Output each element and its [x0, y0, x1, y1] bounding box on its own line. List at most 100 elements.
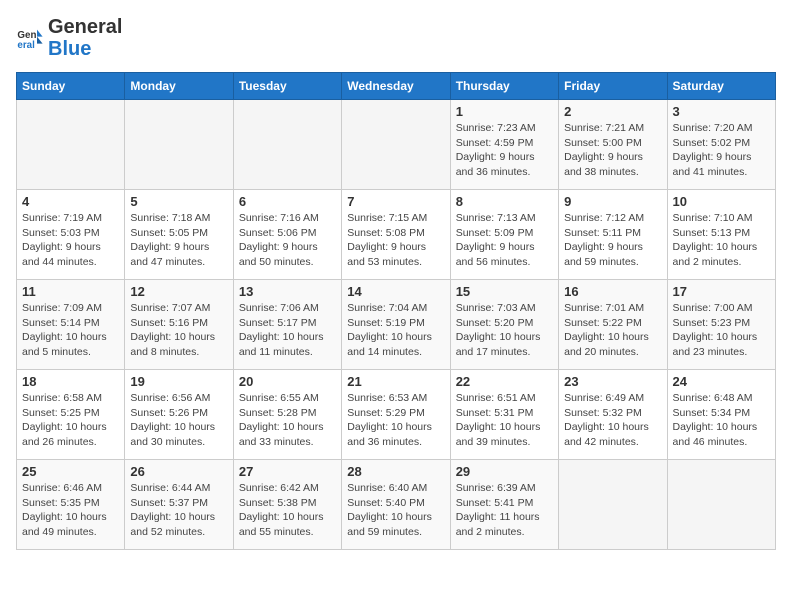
day-info: Sunrise: 7:20 AMSunset: 5:02 PMDaylight:…: [673, 121, 770, 180]
day-number: 17: [673, 284, 770, 299]
day-number: 26: [130, 464, 227, 479]
day-info: Sunrise: 7:13 AMSunset: 5:09 PMDaylight:…: [456, 211, 553, 270]
day-info: Sunrise: 7:23 AMSunset: 4:59 PMDaylight:…: [456, 121, 553, 180]
day-number: 5: [130, 194, 227, 209]
svg-text:eral: eral: [17, 40, 35, 51]
day-number: 28: [347, 464, 444, 479]
day-number: 2: [564, 104, 661, 119]
day-info: Sunrise: 7:01 AMSunset: 5:22 PMDaylight:…: [564, 301, 661, 360]
day-info: Sunrise: 7:16 AMSunset: 5:06 PMDaylight:…: [239, 211, 336, 270]
day-info: Sunrise: 6:53 AMSunset: 5:29 PMDaylight:…: [347, 391, 444, 450]
calendar-cell: [125, 100, 233, 190]
calendar-cell: 3 Sunrise: 7:20 AMSunset: 5:02 PMDaylight…: [667, 100, 775, 190]
day-number: 25: [22, 464, 119, 479]
day-info: Sunrise: 6:39 AMSunset: 5:41 PMDaylight:…: [456, 481, 553, 540]
calendar-cell: 15 Sunrise: 7:03 AMSunset: 5:20 PMDayligh…: [450, 280, 558, 370]
calendar-table: SundayMondayTuesdayWednesdayThursdayFrid…: [16, 72, 776, 550]
day-info: Sunrise: 6:42 AMSunset: 5:38 PMDaylight:…: [239, 481, 336, 540]
calendar-cell: 28 Sunrise: 6:40 AMSunset: 5:40 PMDayligh…: [342, 460, 450, 550]
day-info: Sunrise: 7:00 AMSunset: 5:23 PMDaylight:…: [673, 301, 770, 360]
calendar-cell: 6 Sunrise: 7:16 AMSunset: 5:06 PMDaylight…: [233, 190, 341, 280]
day-number: 3: [673, 104, 770, 119]
day-info: Sunrise: 7:19 AMSunset: 5:03 PMDaylight:…: [22, 211, 119, 270]
day-number: 13: [239, 284, 336, 299]
calendar-cell: 21 Sunrise: 6:53 AMSunset: 5:29 PMDayligh…: [342, 370, 450, 460]
column-header-monday: Monday: [125, 73, 233, 100]
calendar-cell: 11 Sunrise: 7:09 AMSunset: 5:14 PMDayligh…: [17, 280, 125, 370]
calendar-cell: 4 Sunrise: 7:19 AMSunset: 5:03 PMDaylight…: [17, 190, 125, 280]
column-header-thursday: Thursday: [450, 73, 558, 100]
day-info: Sunrise: 7:09 AMSunset: 5:14 PMDaylight:…: [22, 301, 119, 360]
day-info: Sunrise: 6:46 AMSunset: 5:35 PMDaylight:…: [22, 481, 119, 540]
calendar-cell: 24 Sunrise: 6:48 AMSunset: 5:34 PMDayligh…: [667, 370, 775, 460]
day-number: 18: [22, 374, 119, 389]
day-info: Sunrise: 7:06 AMSunset: 5:17 PMDaylight:…: [239, 301, 336, 360]
calendar-cell: [667, 460, 775, 550]
calendar-cell: 5 Sunrise: 7:18 AMSunset: 5:05 PMDaylight…: [125, 190, 233, 280]
day-number: 19: [130, 374, 227, 389]
day-number: 6: [239, 194, 336, 209]
day-info: Sunrise: 7:10 AMSunset: 5:13 PMDaylight:…: [673, 211, 770, 270]
day-number: 9: [564, 194, 661, 209]
day-number: 12: [130, 284, 227, 299]
calendar-cell: 14 Sunrise: 7:04 AMSunset: 5:19 PMDayligh…: [342, 280, 450, 370]
calendar-cell: 23 Sunrise: 6:49 AMSunset: 5:32 PMDayligh…: [559, 370, 667, 460]
day-number: 24: [673, 374, 770, 389]
day-info: Sunrise: 7:03 AMSunset: 5:20 PMDaylight:…: [456, 301, 553, 360]
day-info: Sunrise: 7:21 AMSunset: 5:00 PMDaylight:…: [564, 121, 661, 180]
calendar-cell: 25 Sunrise: 6:46 AMSunset: 5:35 PMDayligh…: [17, 460, 125, 550]
day-number: 10: [673, 194, 770, 209]
day-info: Sunrise: 6:55 AMSunset: 5:28 PMDaylight:…: [239, 391, 336, 450]
day-number: 21: [347, 374, 444, 389]
calendar-cell: [342, 100, 450, 190]
calendar-cell: 10 Sunrise: 7:10 AMSunset: 5:13 PMDayligh…: [667, 190, 775, 280]
day-number: 16: [564, 284, 661, 299]
calendar-cell: 27 Sunrise: 6:42 AMSunset: 5:38 PMDayligh…: [233, 460, 341, 550]
day-info: Sunrise: 6:40 AMSunset: 5:40 PMDaylight:…: [347, 481, 444, 540]
day-number: 23: [564, 374, 661, 389]
day-number: 20: [239, 374, 336, 389]
calendar-cell: [233, 100, 341, 190]
calendar-cell: 8Sunrise: 7:13 AMSunset: 5:09 PMDaylight…: [450, 190, 558, 280]
day-info: Sunrise: 6:56 AMSunset: 5:26 PMDaylight:…: [130, 391, 227, 450]
day-number: 27: [239, 464, 336, 479]
day-info: Sunrise: 6:49 AMSunset: 5:32 PMDaylight:…: [564, 391, 661, 450]
day-number: 11: [22, 284, 119, 299]
calendar-cell: 13 Sunrise: 7:06 AMSunset: 5:17 PMDayligh…: [233, 280, 341, 370]
column-header-saturday: Saturday: [667, 73, 775, 100]
day-info: Sunrise: 7:07 AMSunset: 5:16 PMDaylight:…: [130, 301, 227, 360]
day-number: 7: [347, 194, 444, 209]
day-info: Sunrise: 7:18 AMSunset: 5:05 PMDaylight:…: [130, 211, 227, 270]
calendar-cell: 9 Sunrise: 7:12 AMSunset: 5:11 PMDaylight…: [559, 190, 667, 280]
calendar-cell: 18 Sunrise: 6:58 AMSunset: 5:25 PMDayligh…: [17, 370, 125, 460]
calendar-cell: 19 Sunrise: 6:56 AMSunset: 5:26 PMDayligh…: [125, 370, 233, 460]
logo-icon: Gen eral: [16, 24, 44, 52]
logo-line2: Blue: [48, 38, 122, 60]
column-header-tuesday: Tuesday: [233, 73, 341, 100]
calendar-cell: 20 Sunrise: 6:55 AMSunset: 5:28 PMDayligh…: [233, 370, 341, 460]
column-header-friday: Friday: [559, 73, 667, 100]
day-number: 14: [347, 284, 444, 299]
day-info: Sunrise: 6:48 AMSunset: 5:34 PMDaylight:…: [673, 391, 770, 450]
calendar-cell: 1Sunrise: 7:23 AMSunset: 4:59 PMDaylight…: [450, 100, 558, 190]
day-number: 15: [456, 284, 553, 299]
day-info: Sunrise: 6:44 AMSunset: 5:37 PMDaylight:…: [130, 481, 227, 540]
page-header: Gen eral General Blue: [16, 16, 776, 60]
day-info: Sunrise: 6:58 AMSunset: 5:25 PMDaylight:…: [22, 391, 119, 450]
calendar-cell: 17 Sunrise: 7:00 AMSunset: 5:23 PMDayligh…: [667, 280, 775, 370]
day-info: Sunrise: 7:15 AMSunset: 5:08 PMDaylight:…: [347, 211, 444, 270]
calendar-cell: 26 Sunrise: 6:44 AMSunset: 5:37 PMDayligh…: [125, 460, 233, 550]
logo-line1: General: [48, 16, 122, 38]
logo: Gen eral General Blue: [16, 16, 122, 60]
calendar-cell: 12 Sunrise: 7:07 AMSunset: 5:16 PMDayligh…: [125, 280, 233, 370]
calendar-cell: 7 Sunrise: 7:15 AMSunset: 5:08 PMDaylight…: [342, 190, 450, 280]
column-header-wednesday: Wednesday: [342, 73, 450, 100]
day-number: 4: [22, 194, 119, 209]
calendar-cell: 29Sunrise: 6:39 AMSunset: 5:41 PMDayligh…: [450, 460, 558, 550]
day-info: Sunrise: 7:04 AMSunset: 5:19 PMDaylight:…: [347, 301, 444, 360]
day-number: 22: [456, 374, 553, 389]
day-info: Sunrise: 7:12 AMSunset: 5:11 PMDaylight:…: [564, 211, 661, 270]
calendar-cell: 16 Sunrise: 7:01 AMSunset: 5:22 PMDayligh…: [559, 280, 667, 370]
calendar-cell: 2 Sunrise: 7:21 AMSunset: 5:00 PMDaylight…: [559, 100, 667, 190]
calendar-cell: [559, 460, 667, 550]
